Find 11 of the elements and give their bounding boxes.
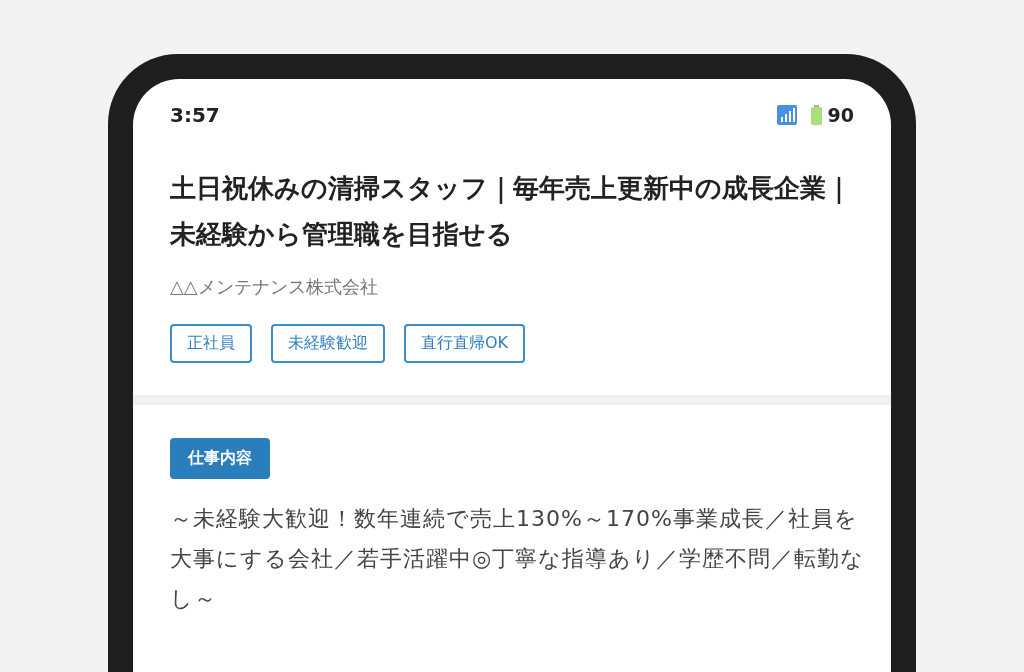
section-label: 仕事内容 xyxy=(170,438,270,479)
signal-icon xyxy=(776,105,797,125)
battery-icon xyxy=(810,105,822,125)
battery-level: 90 xyxy=(827,104,854,126)
job-tag: 未経験歓迎 xyxy=(271,324,385,363)
company-name: △△メンテナンス株式会社 xyxy=(170,275,379,299)
job-tag: 直行直帰OK xyxy=(404,324,526,363)
job-description: ～未経験大歓迎！数年連続で売上130%～170%事業成長／社員を大事にする会社／若手活躍中◎丁寧な指導あり／学歴不問／転勤なし～ xyxy=(170,505,866,613)
status-time: 3:57 xyxy=(170,103,220,127)
job-tag: 正社員 xyxy=(170,324,252,363)
job-title: 土日祝休みの清掃スタッフ｜毎年売上更新中の成長企業｜未経験から管理職を目指せる xyxy=(170,172,852,251)
